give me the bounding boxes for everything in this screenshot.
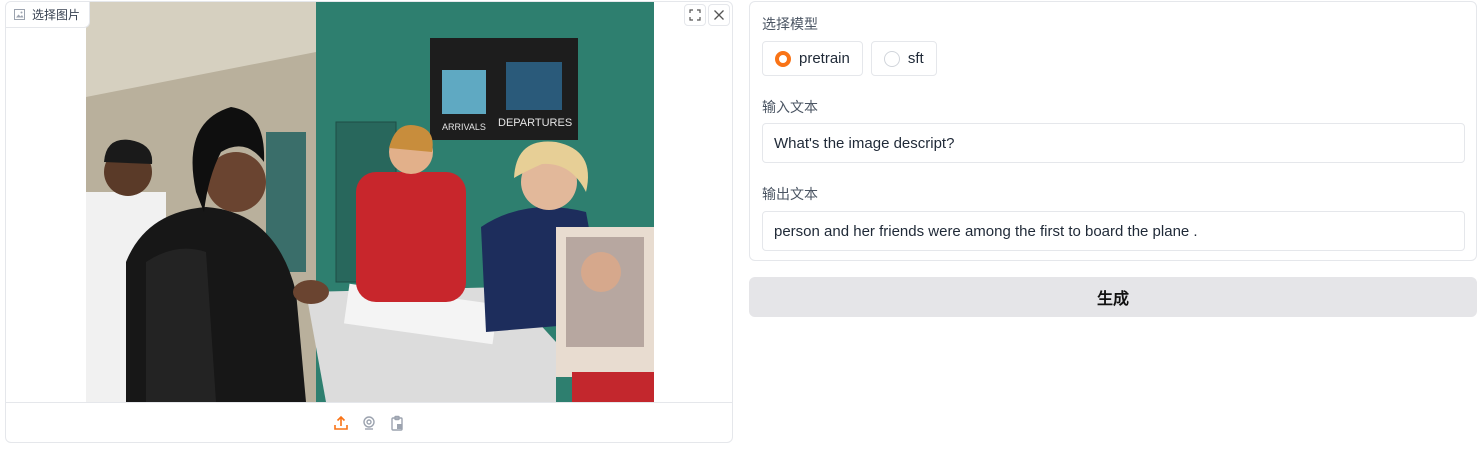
generate-button[interactable]: 生成 bbox=[749, 277, 1477, 317]
radio-unselected-icon bbox=[883, 50, 900, 67]
departures-sign: DEPARTURES bbox=[498, 117, 572, 129]
upload-button[interactable] bbox=[331, 413, 351, 433]
close-icon bbox=[713, 9, 725, 21]
image-input-panel[interactable]: 选择图片 ARRIVALS DEPARTURES bbox=[5, 1, 733, 443]
arrivals-sign: ARRIVALS bbox=[442, 122, 486, 132]
output-text-field[interactable]: person and her friends were among the fi… bbox=[762, 211, 1465, 251]
webcam-icon bbox=[361, 415, 377, 431]
fullscreen-icon bbox=[689, 9, 701, 21]
webcam-button[interactable] bbox=[359, 413, 379, 433]
upload-icon bbox=[333, 415, 349, 431]
model-option-label: pretrain bbox=[799, 50, 850, 67]
radio-selected-icon bbox=[775, 50, 791, 67]
model-radio-group: pretrain sft bbox=[762, 41, 937, 76]
input-text-field[interactable]: What's the image descript? bbox=[762, 123, 1465, 163]
image-source-toolbar bbox=[6, 402, 732, 442]
image-input-label-text: 选择图片 bbox=[32, 8, 81, 22]
image-icon bbox=[14, 9, 25, 20]
form-panel: 选择模型 pretrain sft 输入文本 What's the image … bbox=[749, 1, 1477, 261]
clipboard-button[interactable] bbox=[387, 413, 407, 433]
model-option-sft[interactable]: sft bbox=[870, 41, 937, 76]
clipboard-icon bbox=[389, 415, 405, 431]
model-option-label: sft bbox=[907, 50, 924, 67]
image-input-label: 选择图片 bbox=[6, 2, 91, 28]
output-text-label: 输出文本 bbox=[762, 186, 818, 202]
input-text-label: 输入文本 bbox=[762, 99, 818, 115]
model-select-label: 选择模型 bbox=[762, 16, 818, 32]
model-option-pretrain[interactable]: pretrain bbox=[762, 41, 863, 76]
clear-image-button[interactable] bbox=[708, 4, 730, 26]
uploaded-photo: ARRIVALS DEPARTURES bbox=[86, 2, 654, 402]
fullscreen-button[interactable] bbox=[684, 4, 706, 26]
